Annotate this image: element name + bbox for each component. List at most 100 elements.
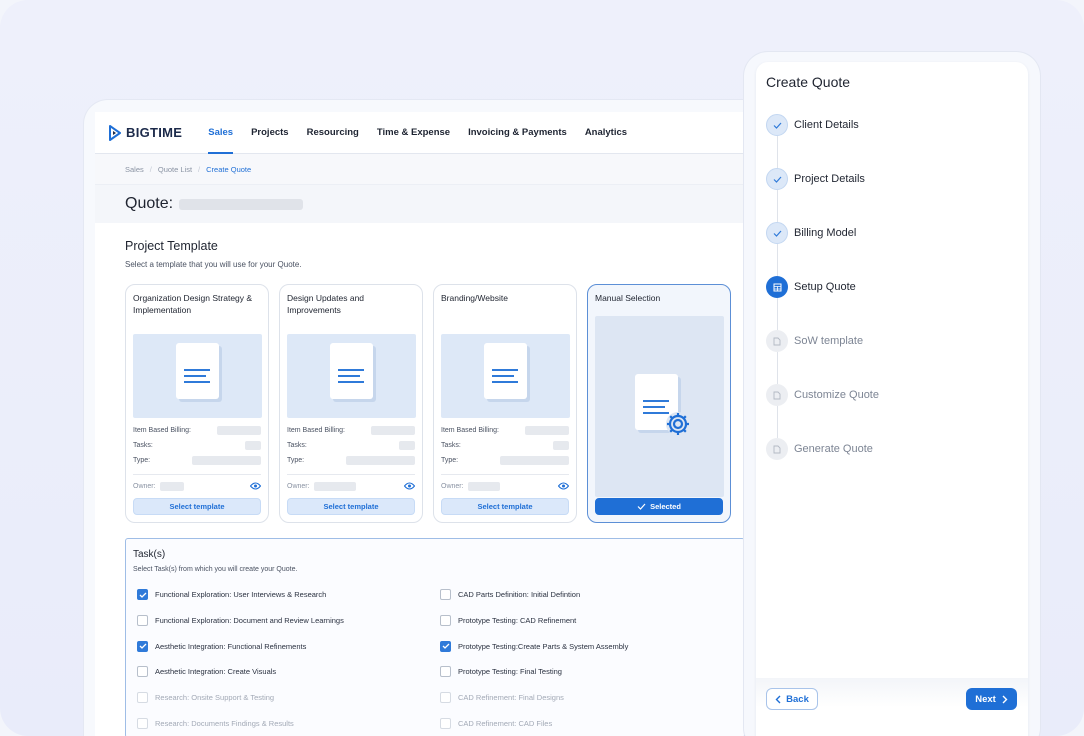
checkbox[interactable] [137,692,148,704]
logo[interactable]: BIGTIME [109,124,183,141]
wizard-step[interactable]: Generate Quote [766,438,879,460]
eye-icon[interactable] [250,482,261,490]
task-item[interactable]: Prototype Testing: Final Testing [436,659,726,685]
task-label: CAD Parts Definition: Initial Defintion [458,590,581,600]
checkbox[interactable] [440,692,451,704]
wizard-step-label: Generate Quote [794,443,873,455]
task-label: CAD Refinement: Final Designs [458,693,564,703]
task-item[interactable]: CAD Refinement: CAD Files [436,710,726,736]
checkbox[interactable] [137,666,148,678]
task-item[interactable]: CAD Refinement: Final Designs [436,685,726,711]
next-button[interactable]: Next [966,688,1017,710]
document-icon [330,343,373,399]
task-item[interactable]: Functional Exploration: Document and Rev… [133,608,436,634]
check-icon [637,503,646,510]
nav-sales[interactable]: Sales [208,112,233,154]
breadcrumb: Sales / Quote List / Create Quote [95,154,775,185]
eye-icon[interactable] [558,482,569,490]
breadcrumb-sales[interactable]: Sales [125,165,144,174]
nav-resourcing[interactable]: Resourcing [307,112,359,154]
value-placeholder [245,441,261,450]
task-item[interactable]: Prototype Testing: CAD Refinement [436,608,726,634]
step-connector [777,190,778,222]
wizard-step[interactable]: Project Details [766,168,879,222]
breadcrumb-separator: / [149,164,152,174]
step-connector [777,136,778,168]
document-icon [766,330,788,352]
task-label: Aesthetic Integration: Functional Refine… [155,641,307,651]
tasks-label: Tasks: [441,442,461,449]
value-placeholder [346,456,415,465]
task-item[interactable]: Research: Onsite Support & Testing [133,685,436,711]
value-placeholder [399,441,415,450]
wizard-step[interactable]: SoW template [766,330,879,384]
step-connector [777,298,778,330]
checkbox[interactable] [440,615,451,627]
template-card-manual-selection[interactable]: Manual Selection Selected [587,284,731,523]
checkbox[interactable] [440,717,451,729]
checkbox[interactable] [137,615,148,627]
owner-label: Owner: [287,482,310,490]
task-item[interactable]: Aesthetic Integration: Functional Refine… [133,633,436,659]
wizard-step[interactable]: Billing Model [766,222,879,276]
task-item[interactable]: Aesthetic Integration: Create Visuals [133,659,436,685]
wizard-step[interactable]: Client Details [766,114,879,168]
wizard-step[interactable]: Setup Quote [766,276,879,330]
back-button-label: Back [786,693,809,705]
table-icon [766,276,788,298]
value-placeholder [500,456,569,465]
logo-text: BIGTIME [126,125,183,140]
nav-time-expense[interactable]: Time & Expense [377,112,450,154]
nav-projects[interactable]: Projects [251,112,289,154]
task-label: Functional Exploration: Document and Rev… [155,616,344,626]
selected-button[interactable]: Selected [595,498,723,515]
back-button[interactable]: Back [766,688,818,710]
main-content: Project Template Select a template that … [95,223,775,736]
type-label: Type: [133,457,151,464]
task-label: Research: Onsite Support & Testing [155,693,275,703]
task-item[interactable]: Functional Exploration: User Interviews … [133,582,436,608]
task-item[interactable]: CAD Parts Definition: Initial Defintion [436,582,726,608]
document-icon [176,343,219,399]
select-template-button[interactable]: Select template [441,498,569,515]
quote-name-placeholder [179,198,304,210]
app-window: BIGTIME Sales Projects Resourcing Time &… [95,112,775,736]
checkbox[interactable] [440,666,451,678]
value-placeholder [553,441,569,450]
nav-invoicing-payments[interactable]: Invoicing & Payments [468,112,567,154]
quote-header: Quote: [95,185,775,223]
tasks-subtitle: Select Task(s) from which you will creat… [133,566,298,573]
checkbox-checked[interactable] [137,640,148,652]
template-card-title: Design Updates and Improvements [287,293,365,315]
owner-label: Owner: [441,482,464,490]
gear-icon [666,412,690,436]
task-item[interactable]: Prototype Testing:Create Parts & System … [436,633,726,659]
owner-placeholder [159,481,184,491]
checkbox[interactable] [440,589,451,601]
nav-analytics[interactable]: Analytics [585,112,627,154]
template-meta: Item Based Billing: Tasks: Type: [441,423,569,468]
wizard-steps: Client Details Project Details Billing Mod… [766,114,879,492]
select-template-button[interactable]: Select template [287,498,415,515]
select-template-button[interactable]: Select template [133,498,261,515]
eye-icon[interactable] [404,482,415,490]
template-card[interactable]: Design Updates and Improvements Item Bas… [279,284,423,523]
document-icon [484,343,527,399]
step-connector [777,352,778,384]
checkbox[interactable] [137,717,148,729]
template-card[interactable]: Organization Design Strategy & Implement… [125,284,269,523]
wizard-title: Create Quote [766,74,851,90]
breadcrumb-quote-list[interactable]: Quote List [158,165,192,174]
wizard-step[interactable]: Customize Quote [766,384,879,438]
wizard-step-label: SoW template [794,335,864,347]
checkbox-checked[interactable] [137,589,148,601]
template-card[interactable]: Branding/Website Item Based Billing: Tas… [433,284,577,523]
task-label: Prototype Testing: CAD Refinement [458,616,577,626]
project-template-subtitle: Select a template that you will use for … [125,260,302,269]
checkbox-checked[interactable] [440,640,451,652]
task-item[interactable]: Research: Documents Findings & Results [133,710,436,736]
task-list: Functional Exploration: User Interviews … [133,582,737,736]
task-label: Aesthetic Integration: Create Visuals [155,667,277,677]
template-preview [441,334,570,418]
owner-placeholder [313,481,356,491]
